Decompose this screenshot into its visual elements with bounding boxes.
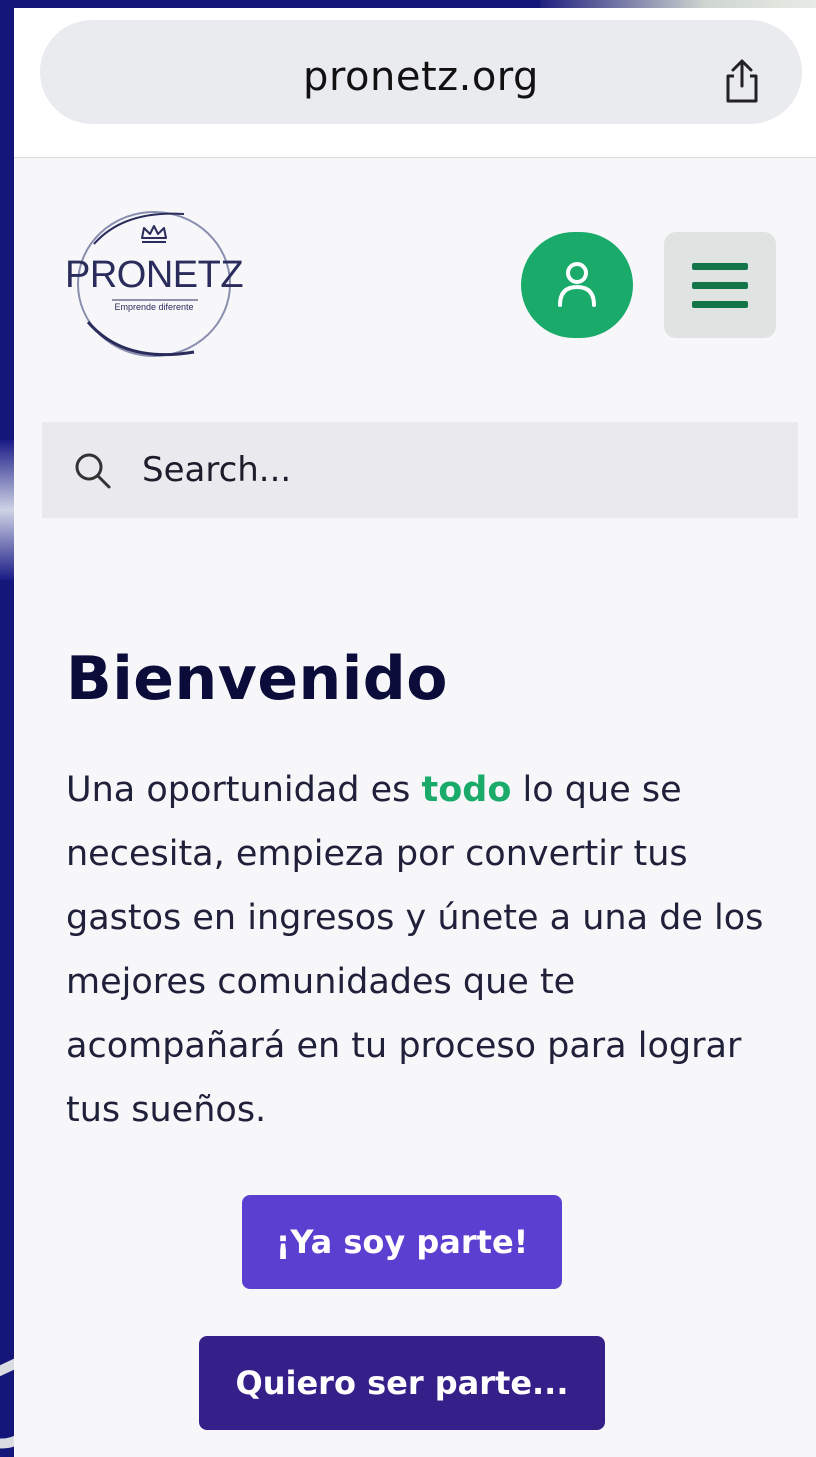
menu-button[interactable] (664, 232, 776, 338)
logo-tagline: Emprende diferente (114, 302, 194, 312)
user-icon (558, 262, 596, 307)
url-text: pronetz.org (303, 54, 539, 100)
user-account-button[interactable] (521, 232, 633, 338)
share-icon[interactable] (722, 58, 762, 104)
search-icon (75, 453, 111, 489)
hero-description: Una oportunidad es todo lo que se necesi… (66, 758, 796, 1142)
pronetz-logo[interactable]: PRONETZ Emprende diferente (64, 204, 244, 362)
hero-text-accent: todo (421, 770, 512, 810)
join-button[interactable]: Quiero ser parte... (199, 1336, 605, 1430)
phone-screen: pronetz.org PRONETZ Emprende diferente S… (14, 8, 816, 1457)
hamburger-menu-icon-bar (692, 300, 748, 308)
browser-address-bar: pronetz.org (14, 8, 816, 158)
hamburger-menu-icon-bar (692, 262, 748, 270)
hamburger-menu-icon-bar (692, 281, 748, 289)
hero-text-part: lo que se necesita, empieza por converti… (66, 770, 764, 1130)
hero-title: Bienvenido (66, 644, 448, 714)
backdrop-side-glow (0, 440, 14, 580)
search-bar[interactable] (42, 422, 798, 518)
search-input[interactable] (142, 440, 742, 500)
hero-text-part: Una oportunidad es (66, 770, 422, 810)
url-field[interactable]: pronetz.org (40, 20, 802, 124)
already-member-button[interactable]: ¡Ya soy parte! (242, 1195, 562, 1289)
logo-wordmark: PRONETZ (64, 254, 244, 296)
